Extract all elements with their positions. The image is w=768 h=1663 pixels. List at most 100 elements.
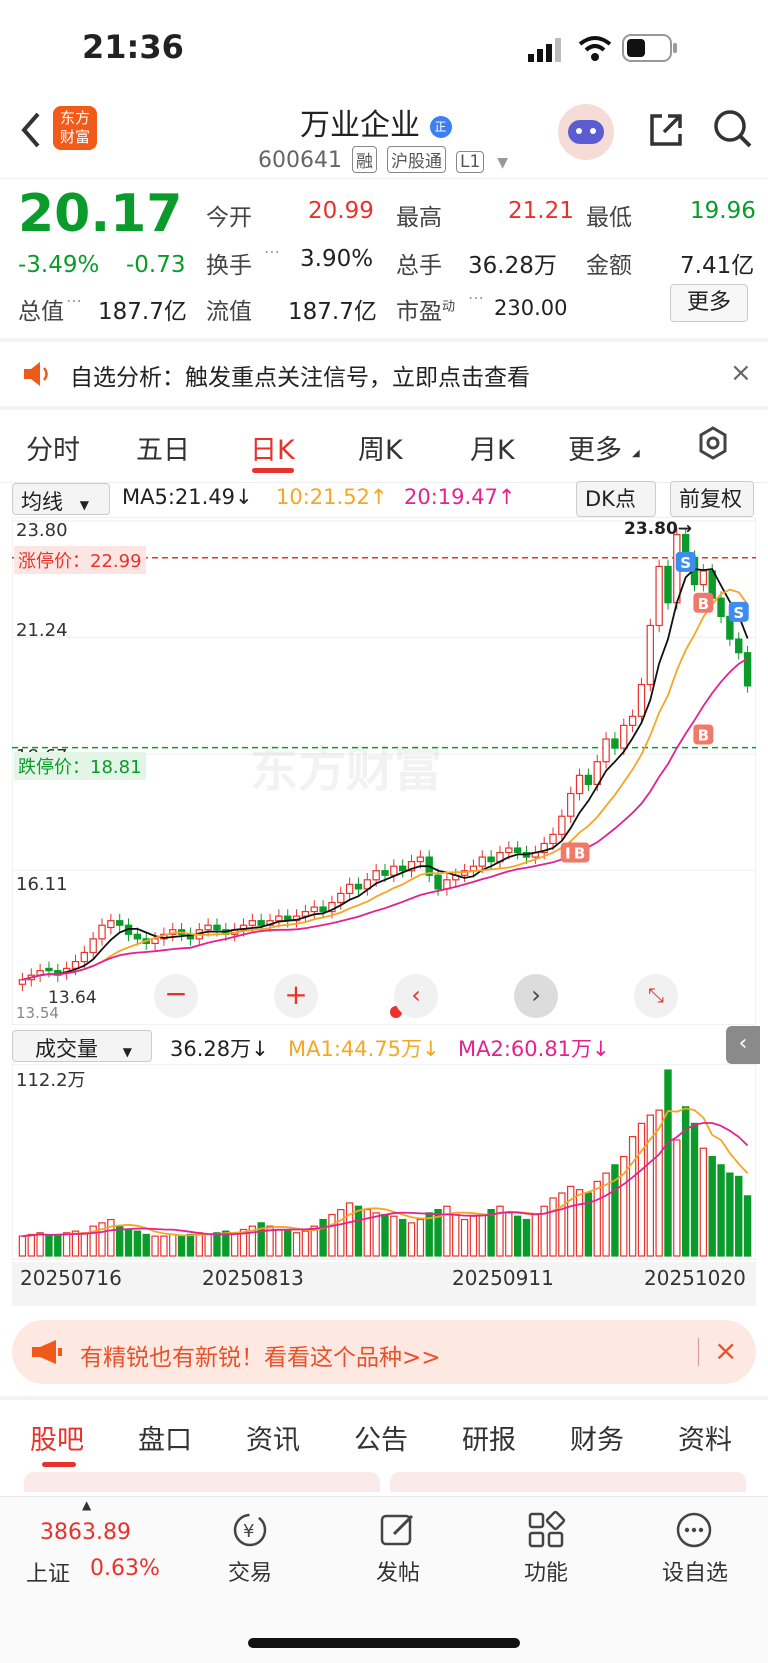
candle-body — [213, 924, 221, 931]
adjust-button[interactable]: 前复权 — [670, 481, 754, 517]
stock-name: 万业企业 — [300, 108, 420, 143]
volume-bar — [407, 1222, 416, 1257]
volume-bar — [690, 1122, 699, 1257]
yen-cycle-icon[interactable]: ¥ — [230, 1510, 270, 1554]
volume-bar — [505, 1212, 513, 1257]
triangle-icon: ◢ — [632, 448, 640, 459]
candle-body — [416, 856, 425, 863]
tab-more[interactable]: 更多 — [568, 428, 622, 467]
float-value-label: 流值 — [206, 299, 252, 325]
volume-bar — [398, 1218, 407, 1257]
ma10-value: 10:21.52↑ — [276, 485, 388, 509]
logo-line-2: 财富 — [59, 128, 90, 146]
prev-button[interactable]: ‹ — [394, 974, 438, 1018]
nav-add-watchlist[interactable]: 设自选 — [656, 1555, 734, 1587]
tab-finance[interactable]: 财务 — [570, 1418, 624, 1457]
candle-body — [602, 738, 610, 763]
candle-body — [107, 920, 115, 929]
volume-bar — [673, 1139, 681, 1257]
amount-value: 7.41亿 — [680, 253, 755, 279]
app-logo: 东方 财富 — [53, 106, 97, 150]
info-icon[interactable]: ⋯ — [264, 242, 280, 261]
promo-divider — [698, 1338, 699, 1366]
tab-intraday[interactable]: 分时 — [26, 428, 80, 467]
tab-daily-k[interactable]: 日K — [250, 428, 295, 467]
wifi-icon — [578, 34, 612, 66]
nav-trade[interactable]: 交易 — [222, 1555, 278, 1587]
candle-body — [655, 565, 663, 627]
indicator-select[interactable]: 均线 ▼ — [12, 483, 110, 515]
low-value: 19.96 — [690, 198, 756, 224]
volume-bar — [460, 1218, 469, 1257]
edit-icon[interactable] — [378, 1510, 418, 1554]
nav-post[interactable]: 发帖 — [370, 1555, 426, 1587]
tab-forum-underline — [42, 1462, 76, 1467]
candle-body — [372, 870, 380, 881]
pe-label: 市盈动 — [396, 292, 455, 326]
volume-bar — [390, 1215, 398, 1257]
zoom-in-button[interactable]: + — [274, 974, 318, 1018]
search-icon[interactable] — [712, 108, 754, 154]
tab-announcements[interactable]: 公告 — [354, 1418, 408, 1457]
volume-bar — [195, 1232, 203, 1257]
back-icon[interactable] — [18, 110, 44, 154]
more-button[interactable]: 更多 — [670, 284, 748, 322]
promo-text[interactable]: 有精锐也有新锐！看看这个品种>> — [80, 1338, 441, 1372]
open-label: 今开 — [206, 205, 252, 231]
tab-weekly-k[interactable]: 周K — [358, 428, 403, 467]
chevron-down-icon[interactable]: ▼ — [497, 155, 508, 171]
tab-research[interactable]: 研报 — [462, 1418, 516, 1457]
tag-level: L1 — [455, 151, 485, 173]
index-up-arrow: ▲ — [82, 1498, 92, 1512]
robot-avatar[interactable] — [558, 104, 614, 160]
volume-bar — [54, 1233, 62, 1257]
ma20-value: 20:19.47↑ — [404, 485, 516, 509]
index-value[interactable]: 3863.89 — [40, 1520, 131, 1545]
volume-bar — [133, 1230, 142, 1257]
svg-text:¥: ¥ — [243, 1521, 254, 1542]
collapse-button[interactable]: ‹ — [726, 1026, 760, 1064]
candle-body — [735, 638, 743, 654]
zoom-out-button[interactable]: − — [154, 974, 198, 1018]
candle-body — [469, 865, 478, 872]
tab-five-day[interactable]: 五日 — [136, 428, 190, 467]
candle-body — [45, 967, 53, 972]
signal-icon — [528, 38, 566, 66]
settings-icon[interactable] — [696, 426, 730, 464]
tab-monthly-k[interactable]: 月K — [470, 428, 515, 467]
pe-value: 230.00 — [494, 296, 568, 320]
caret-down-icon: ▼ — [122, 1045, 132, 1059]
alert-text[interactable]: 自选分析：触发重点关注信号，立即点击查看 — [70, 358, 530, 392]
volume-bar — [372, 1212, 380, 1257]
share-icon[interactable] — [646, 110, 686, 154]
more-circle-icon[interactable] — [674, 1510, 714, 1554]
grid-icon[interactable] — [526, 1510, 566, 1554]
tab-forum[interactable]: 股吧 — [30, 1418, 84, 1457]
tab-news[interactable]: 资讯 — [246, 1418, 300, 1457]
tab-orderbook[interactable]: 盘口 — [138, 1418, 192, 1457]
nav-functions[interactable]: 功能 — [518, 1555, 574, 1587]
dk-select[interactable]: DK点 — [576, 481, 656, 517]
tab-profile[interactable]: 资料 — [678, 1418, 732, 1457]
change-pct: -3.49% — [18, 252, 100, 278]
volume-bar — [27, 1233, 35, 1257]
pe-label-text: 市盈 — [396, 299, 442, 325]
float-value: 187.7亿 — [288, 299, 377, 325]
next-button[interactable]: › — [514, 974, 558, 1018]
volume-bar — [80, 1232, 89, 1257]
volume-bar — [319, 1218, 327, 1257]
volume-value: 36.28万 — [468, 253, 557, 279]
close-icon[interactable]: × — [730, 358, 752, 388]
candle-body — [381, 870, 389, 876]
candle-body — [337, 892, 345, 904]
info-icon[interactable]: ⋯ — [66, 291, 82, 310]
info-icon[interactable]: ⋯ — [468, 288, 484, 307]
volume-bar — [628, 1136, 637, 1257]
volume-chart[interactable] — [12, 1064, 756, 1260]
close-icon[interactable]: × — [714, 1334, 737, 1367]
volume-bar — [204, 1233, 212, 1257]
volume-bar — [469, 1215, 478, 1257]
volume-label: 总手 — [396, 253, 442, 279]
volume-select[interactable]: 成交量 ▼ — [12, 1030, 152, 1062]
expand-icon[interactable]: ⤡ — [634, 974, 678, 1018]
